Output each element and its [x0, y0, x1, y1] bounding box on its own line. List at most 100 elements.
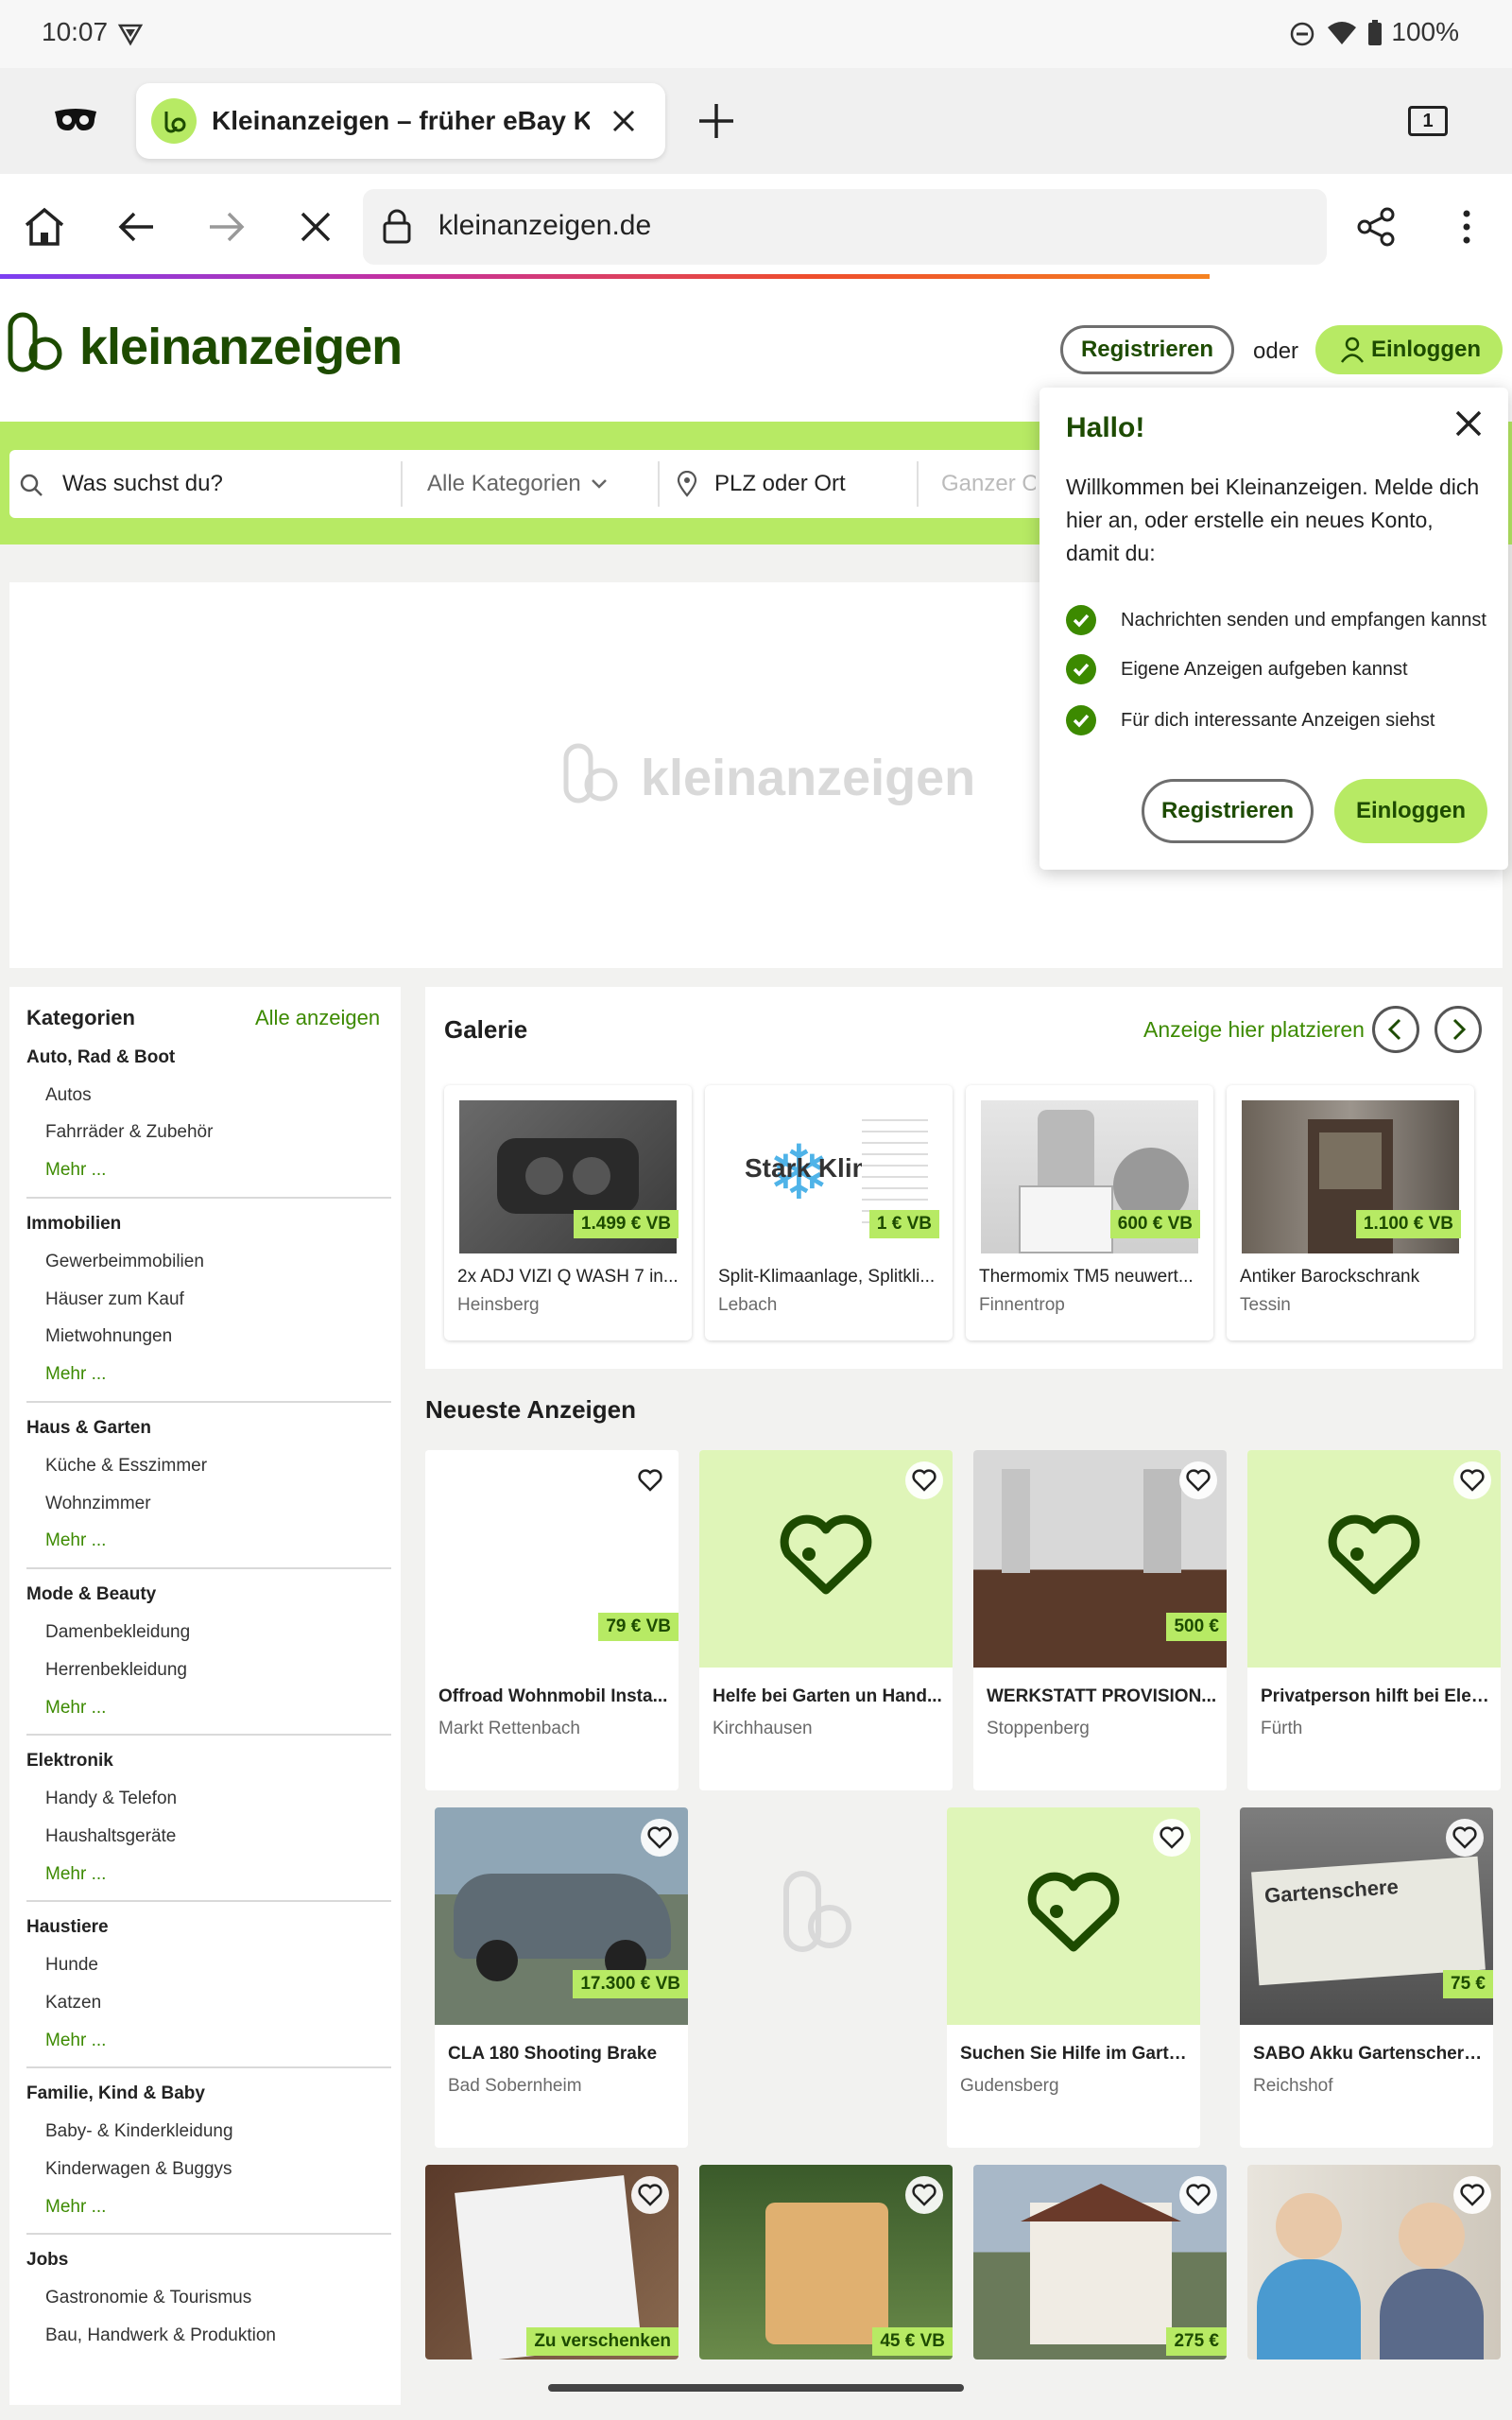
more-link[interactable]: Mehr ...	[45, 2197, 106, 2218]
listing-card[interactable]: 275 €	[973, 2165, 1227, 2360]
divider	[26, 1734, 391, 1736]
listing-card[interactable]	[1247, 2165, 1501, 2360]
subcategory-link[interactable]: Damenbekleidung	[45, 1622, 190, 1643]
gallery-card[interactable]: 600 € VB Thermomix TM5 neuwert... Finnen…	[966, 1085, 1213, 1340]
close-tab-icon[interactable]	[607, 104, 641, 138]
kleinanzeigen-logo-icon[interactable]	[8, 312, 66, 374]
listing-card[interactable]: Helfe bei Garten un Hand... Kirchhausen	[699, 1450, 953, 1790]
heart-icon[interactable]	[631, 2176, 669, 2214]
url-field[interactable]: kleinanzeigen.de	[363, 189, 1327, 265]
category-haustiere[interactable]: Haustiere	[26, 1917, 109, 1938]
check-icon	[1066, 654, 1096, 684]
heart-icon[interactable]	[641, 1819, 679, 1857]
status-bar: 10:07 100%	[0, 0, 1512, 68]
subcategory-link[interactable]: Hunde	[45, 1955, 98, 1976]
price-badge: 17.300 € VB	[573, 1970, 688, 1998]
listing-card[interactable]: 500 € WERKSTATT PROVISION... Stoppenberg	[973, 1450, 1227, 1790]
category-elektronik[interactable]: Elektronik	[26, 1751, 113, 1772]
heart-icon[interactable]	[1153, 1819, 1191, 1857]
listing-title: SABO Akku Gartenschere ...	[1253, 2044, 1484, 2064]
gesture-nav-handle[interactable]	[548, 2384, 964, 2392]
more-link[interactable]: Mehr ...	[45, 1864, 106, 1885]
subcategory-link[interactable]: Häuser zum Kauf	[45, 1289, 184, 1310]
subcategory-link[interactable]: Wohnzimmer	[45, 1494, 151, 1514]
heart-icon[interactable]	[1179, 1461, 1217, 1499]
tab-switcher-button[interactable]: 1	[1408, 106, 1448, 136]
chevron-down-icon[interactable]	[590, 475, 609, 493]
listing-card[interactable]: Zu verschenken	[425, 2165, 679, 2360]
subcategory-link[interactable]: Kinderwagen & Buggys	[45, 2159, 232, 2180]
gallery-card[interactable]: 1.499 € VB 2x ADJ VIZI Q WASH 7 in... He…	[444, 1085, 692, 1340]
close-icon[interactable]	[1452, 406, 1486, 441]
gallery-card[interactable]: 1.100 € VB Antiker Barockschrank Tessin	[1227, 1085, 1474, 1340]
subcategory-link[interactable]: Haushaltsgeräte	[45, 1826, 176, 1847]
category-familie[interactable]: Familie, Kind & Baby	[26, 2083, 205, 2104]
heart-icon[interactable]	[905, 1461, 943, 1499]
subcategory-link[interactable]: Autos	[45, 1085, 92, 1106]
subcategory-link[interactable]: Bau, Handwerk & Produktion	[45, 2325, 276, 2346]
subcategory-link[interactable]: Handy & Telefon	[45, 1789, 177, 1809]
divider	[917, 461, 919, 507]
stop-loading-icon[interactable]	[297, 208, 335, 246]
listing-card[interactable]: Gartenschere 75 € SABO Akku Gartenschere…	[1240, 1807, 1493, 2148]
listing-card[interactable]: 79 € VB Offroad Wohnmobil Insta... Markt…	[425, 1450, 679, 1790]
heart-icon[interactable]	[1453, 1461, 1491, 1499]
category-jobs[interactable]: Jobs	[26, 2250, 68, 2271]
more-link[interactable]: Mehr ...	[45, 1530, 106, 1551]
subcategory-link[interactable]: Gewerbeimmobilien	[45, 1252, 204, 1272]
register-button[interactable]: Registrieren	[1060, 325, 1234, 374]
subcategory-link[interactable]: Gastronomie & Tourismus	[45, 2288, 251, 2308]
more-menu-icon[interactable]	[1455, 206, 1478, 248]
subcategory-link[interactable]: Mietwohnungen	[45, 1326, 172, 1347]
category-auto[interactable]: Auto, Rad & Boot	[26, 1047, 175, 1068]
subcategory-link[interactable]: Küche & Esszimmer	[45, 1456, 207, 1477]
tab-count: 1	[1422, 111, 1434, 131]
category-immobilien[interactable]: Immobilien	[26, 1214, 121, 1235]
share-icon[interactable]	[1355, 206, 1397, 248]
radius-select[interactable]: Ganzer Ort	[941, 450, 1036, 518]
popover-register-button[interactable]: Registrieren	[1142, 779, 1314, 843]
heart-icon[interactable]	[631, 1461, 669, 1499]
search-input[interactable]: Was suchst du?	[62, 450, 403, 518]
heart-icon[interactable]	[905, 2176, 943, 2214]
subcategory-link[interactable]: Baby- & Kinderkleidung	[45, 2121, 233, 2142]
more-link[interactable]: Mehr ...	[45, 1160, 106, 1181]
heart-icon[interactable]	[1446, 1819, 1484, 1857]
popover-title: Hallo!	[1066, 412, 1145, 443]
location-input[interactable]: PLZ oder Ort	[714, 450, 903, 518]
forward-icon[interactable]	[206, 208, 248, 246]
logo-wordmark[interactable]: kleinanzeigen	[79, 318, 403, 376]
back-icon[interactable]	[115, 208, 157, 246]
gallery-next-button[interactable]	[1435, 1006, 1482, 1053]
price-badge: 1.499 € VB	[573, 1210, 679, 1238]
promote-ad-link[interactable]: Anzeige hier platzieren	[1143, 1017, 1365, 1043]
lock-icon[interactable]	[382, 208, 412, 246]
new-tab-icon[interactable]	[696, 100, 737, 142]
subcategory-link[interactable]: Fahrräder & Zubehör	[45, 1122, 213, 1143]
category-mode-beauty[interactable]: Mode & Beauty	[26, 1584, 156, 1605]
listing-card[interactable]: 45 € VB	[699, 2165, 953, 2360]
subcategory-link[interactable]: Katzen	[45, 1993, 101, 2014]
more-link[interactable]: Mehr ...	[45, 2031, 106, 2051]
listing-card[interactable]: 17.300 € VB CLA 180 Shooting Brake Bad S…	[435, 1807, 688, 2148]
shape	[1038, 1110, 1094, 1195]
listing-card[interactable]: Suchen Sie Hilfe im Garte... Gudensberg	[947, 1807, 1200, 2148]
category-select[interactable]: Alle Kategorien	[427, 450, 616, 518]
popover-login-button[interactable]: Einloggen	[1334, 779, 1487, 843]
login-button[interactable]: Einloggen	[1315, 325, 1503, 374]
home-icon[interactable]	[23, 206, 66, 248]
heart-icon[interactable]	[1179, 2176, 1217, 2214]
more-link[interactable]: Mehr ...	[45, 1364, 106, 1385]
listing-location: Kirchhausen	[713, 1719, 813, 1738]
show-all-link[interactable]: Alle anzeigen	[255, 1006, 380, 1030]
more-link[interactable]: Mehr ...	[45, 1698, 106, 1719]
subcategory-link[interactable]: Herrenbekleidung	[45, 1660, 187, 1681]
gallery-prev-button[interactable]	[1372, 1006, 1419, 1053]
category-haus-garten[interactable]: Haus & Garten	[26, 1418, 151, 1439]
listing-title: Offroad Wohnmobil Insta...	[438, 1686, 668, 1706]
incognito-icon[interactable]	[53, 106, 98, 134]
active-tab[interactable]: Kleinanzeigen – früher eBay Kleinanzeige…	[136, 83, 665, 159]
listing-card[interactable]: Privatperson hilft bei Elek... Fürth	[1247, 1450, 1501, 1790]
gallery-card[interactable]: ❄ Stark Klima 1 € VB Split-Klimaanlage, …	[705, 1085, 953, 1340]
heart-icon[interactable]	[1453, 2176, 1491, 2214]
